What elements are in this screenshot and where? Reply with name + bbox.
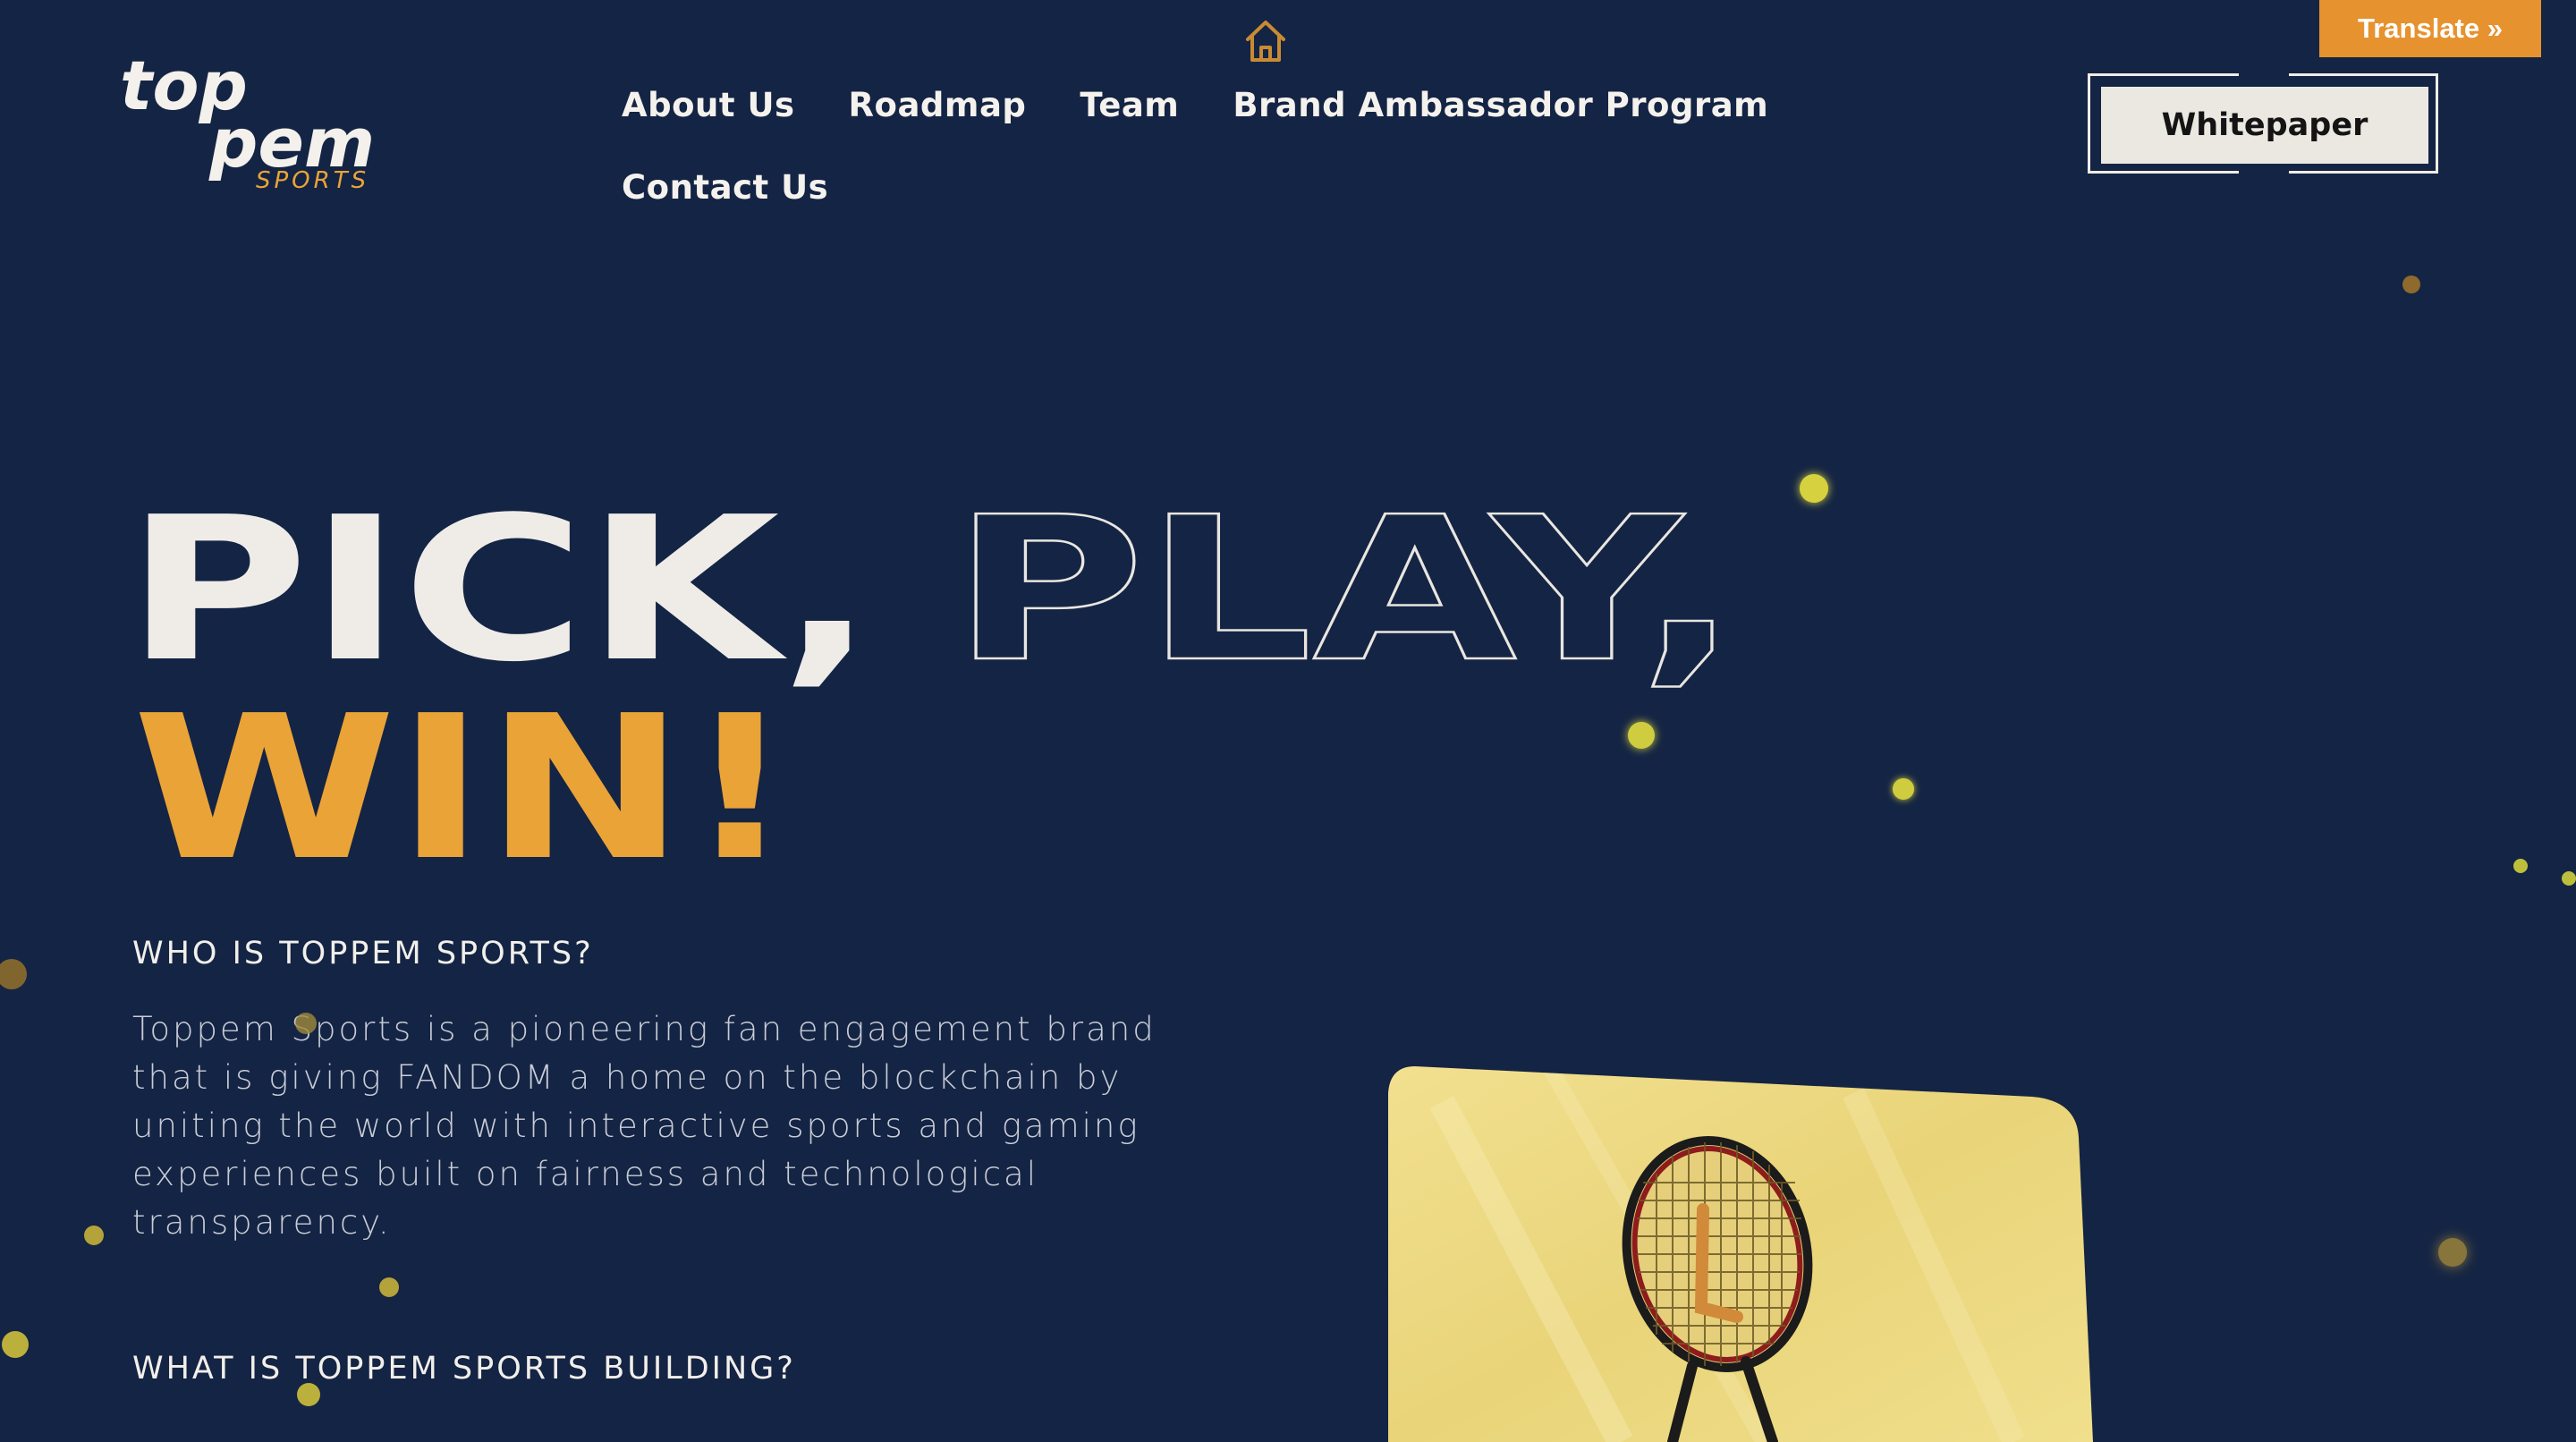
home-icon[interactable] (1243, 18, 1288, 64)
whitepaper-button[interactable]: Whitepaper (2101, 87, 2428, 164)
particle-dot (1893, 778, 1914, 800)
hero-headline: PICK, PLAY, WIN! (125, 483, 1740, 877)
particle-dot (2513, 859, 2528, 873)
nav-team[interactable]: Team (1080, 86, 1179, 124)
particle-dot (84, 1226, 104, 1245)
who-is-toppem-body: Toppem Sports is a pioneering fan engage… (132, 1010, 1157, 1242)
hero-word-win: WIN! (132, 674, 794, 877)
particle-dot (2438, 1238, 2467, 1267)
particle-dot (379, 1277, 399, 1297)
logo-text-sub: SPORTS (256, 167, 369, 194)
particle-dot (1628, 722, 1655, 749)
toppem-sports-logo[interactable]: top pem SPORTS (116, 54, 402, 197)
particle-dot (295, 1013, 317, 1034)
particle-dot (2, 1331, 29, 1358)
what-is-toppem-building-heading: WHAT IS TOPPEM SPORTS BUILDING? (132, 1351, 796, 1387)
particle-dot (0, 959, 27, 989)
nav-about-us[interactable]: About Us (622, 86, 795, 124)
nav-roadmap[interactable]: Roadmap (849, 86, 1027, 124)
translate-button[interactable]: Translate » (2319, 0, 2541, 57)
who-is-toppem-heading: WHO IS TOPPEM SPORTS? (132, 936, 594, 971)
particle-dot (2562, 871, 2576, 886)
particle-dot (2402, 276, 2420, 293)
hero-word-play: PLAY, (952, 483, 1739, 706)
main-nav: About Us Roadmap Team Brand Ambassador P… (622, 79, 1874, 243)
nav-brand-ambassador-program[interactable]: Brand Ambassador Program (1233, 86, 1768, 124)
tennis-card-image (1388, 1066, 2093, 1442)
hero-word-pick: PICK, (125, 483, 875, 706)
particle-dot (1800, 474, 1828, 503)
particle-dot (297, 1383, 320, 1406)
nav-row-1: About Us Roadmap Team Brand Ambassador P… (622, 79, 1874, 131)
nav-contact-us[interactable]: Contact Us (622, 168, 828, 207)
nav-row-2: Contact Us (622, 161, 1874, 213)
